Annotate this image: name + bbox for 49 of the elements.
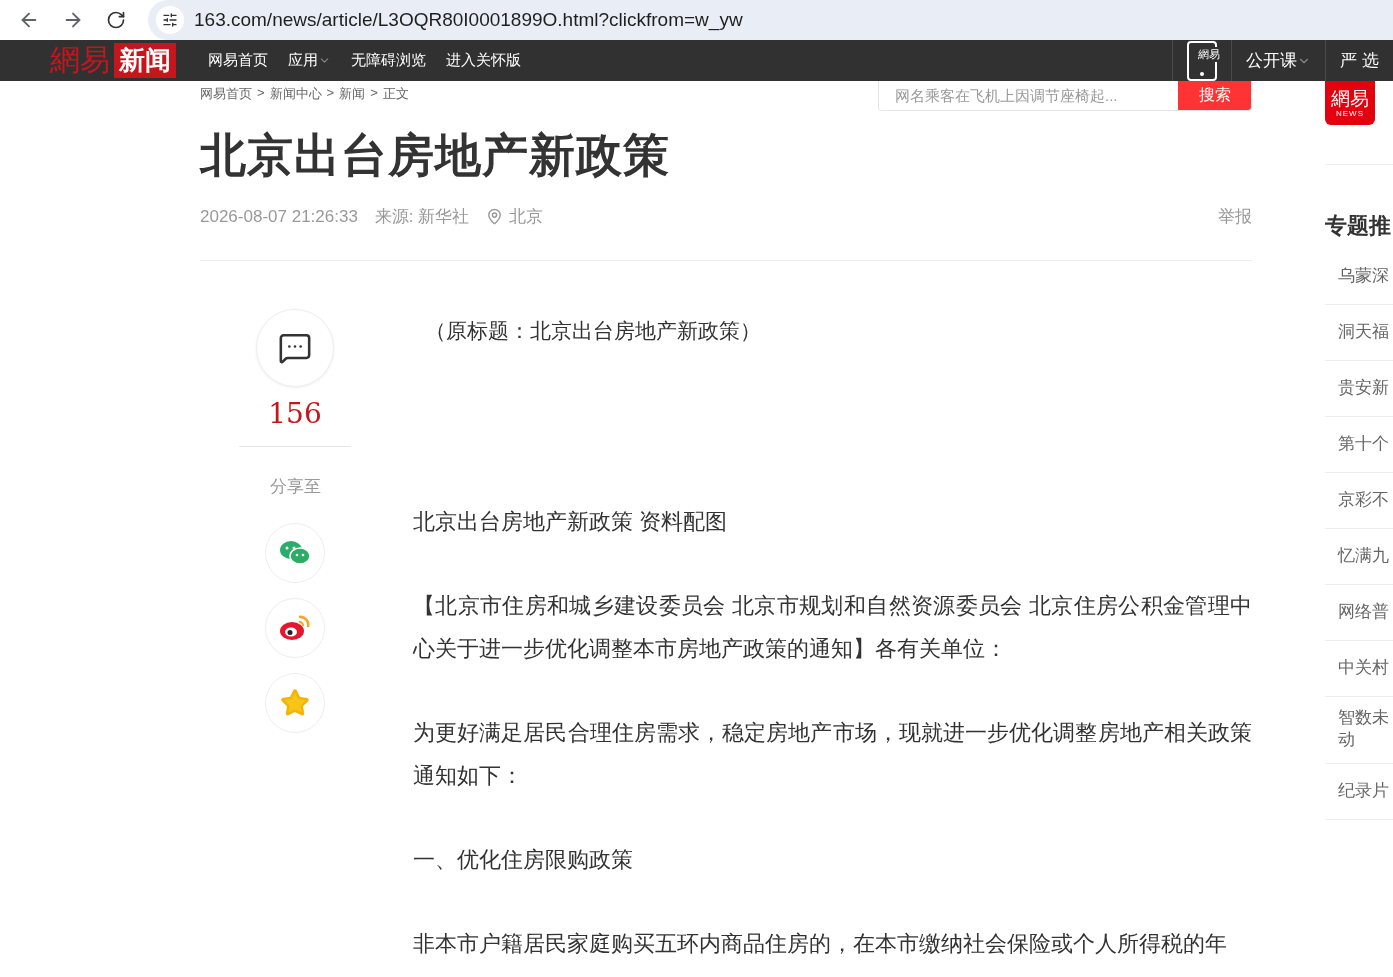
- article-paragraph: 为更好满足居民合理住房需求，稳定房地产市场，现就进一步优化调整房地产相关政策通知如下：: [413, 719, 1252, 790]
- breadcrumb-link[interactable]: 新闻: [339, 85, 366, 103]
- wechat-icon: [279, 540, 311, 566]
- article-paragraph: 一、优化住房限购政策: [413, 846, 634, 874]
- topic-link[interactable]: 洞天福: [1325, 305, 1393, 361]
- breadcrumb-separator: >: [326, 85, 335, 102]
- location-text: 北京: [509, 206, 544, 228]
- article-paragraph: 【北京市住房和城乡建设委员会 北京市规划和自然资源委员会 北京住房公积金管理中心关于进一步优化调整本市房地产政策的通知】各有关单位：: [413, 592, 1252, 663]
- star-icon: [280, 688, 310, 718]
- article-source: 来源: 新华社: [374, 206, 470, 228]
- article-paragraph: （原标题：北京出台房地产新政策）: [424, 318, 762, 344]
- site-settings-icon[interactable]: [156, 6, 184, 34]
- article-title: 北京出台房地产新政策: [200, 128, 671, 183]
- search-field[interactable]: 网名乘客在飞机上因调节座椅起... 搜索: [878, 81, 1252, 111]
- share-label: 分享至: [269, 476, 321, 498]
- nav-link[interactable]: 网易首页: [208, 51, 268, 70]
- article-paragraph: 非本市户籍居民家庭购买五环内商品住房的，在本市缴纳社会保险或个人所得税的年: [413, 930, 1228, 958]
- breadcrumb-link[interactable]: 正文: [382, 85, 409, 103]
- comment-icon[interactable]: [278, 331, 312, 365]
- publish-time: 2026-08-07 21:26:33: [200, 206, 358, 227]
- topic-link[interactable]: 中关村: [1325, 641, 1393, 697]
- topic-link[interactable]: 贵安新: [1325, 361, 1393, 417]
- topic-link[interactable]: 乌蒙深: [1325, 249, 1393, 305]
- comment-count[interactable]: 156: [268, 397, 322, 430]
- reload-icon[interactable]: [106, 10, 126, 30]
- section-heading: 专题推: [1325, 212, 1392, 240]
- topic-link[interactable]: 京彩不: [1325, 473, 1393, 529]
- topic-link[interactable]: 网络普: [1325, 585, 1393, 641]
- phone-icon[interactable]: 網易: [1187, 40, 1218, 81]
- weibo-icon: [279, 614, 311, 642]
- topic-link[interactable]: 忆满九: [1325, 529, 1393, 585]
- news-app-logo[interactable]: 網易 NEWS: [1325, 81, 1375, 125]
- app-label[interactable]: 網易: [1198, 46, 1221, 62]
- breadcrumb-link[interactable]: 新闻中心: [269, 85, 322, 103]
- breadcrumb-separator: >: [257, 85, 265, 102]
- topic-link[interactable]: 智数未动: [1325, 697, 1393, 764]
- article-paragraph: 北京出台房地产新政策 资料配图: [413, 508, 729, 536]
- nav-link[interactable]: 进入关怀版: [446, 51, 521, 70]
- search-button[interactable]: 搜索: [1178, 81, 1251, 110]
- address-bar[interactable]: 163.com/news/article/L3OQR80I0001899O.html?clickfrom=w_yw: [148, 0, 1393, 40]
- url-text: 163.com/news/article/L3OQR80I0001899O.html?clickfrom=w_yw: [194, 9, 743, 31]
- nav-link[interactable]: 应用: [288, 51, 331, 70]
- location-icon: [486, 208, 504, 225]
- topic-link[interactable]: 第十个: [1325, 417, 1393, 473]
- topic-link[interactable]: 纪录片: [1325, 764, 1393, 820]
- breadcrumb-separator: >: [370, 85, 378, 102]
- breadcrumb-link[interactable]: 网易首页: [200, 85, 252, 103]
- logo-product[interactable]: 新闻: [114, 43, 176, 78]
- nav-link[interactable]: 无障碍浏览: [351, 51, 426, 70]
